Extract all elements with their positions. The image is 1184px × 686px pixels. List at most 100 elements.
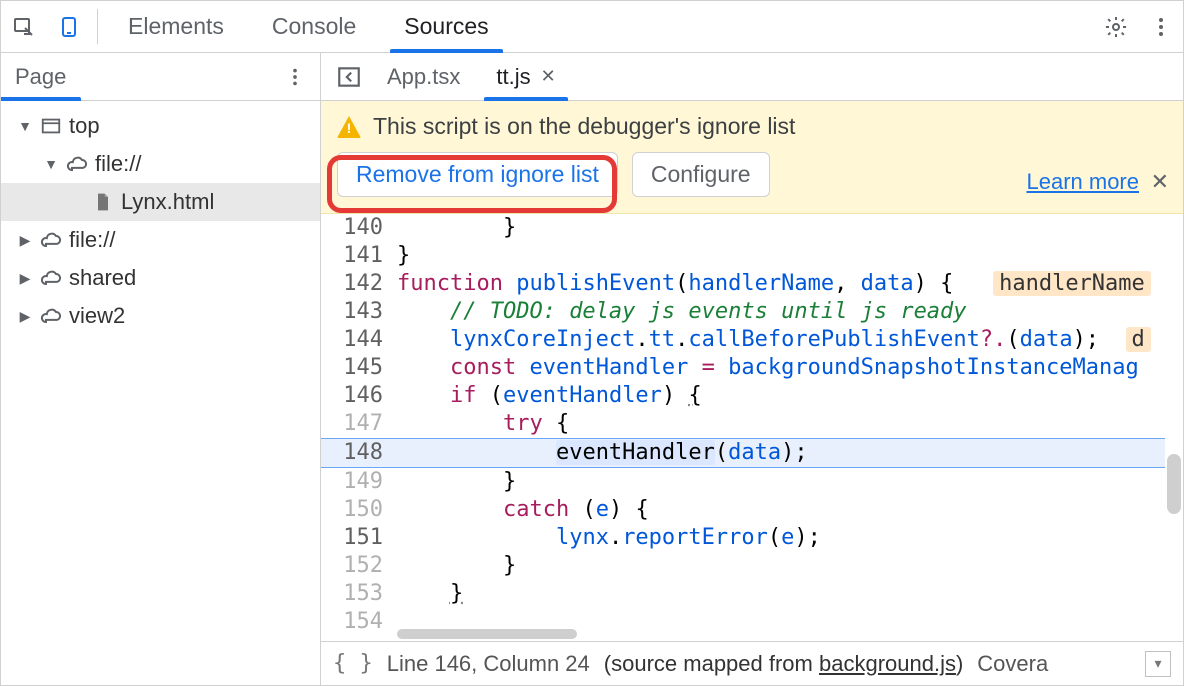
line-number[interactable]: 150	[321, 496, 393, 524]
source-map-info: (source mapped from background.js)	[604, 651, 964, 677]
code-line[interactable]: 145 const eventHandler = backgroundSnaps…	[321, 354, 1165, 382]
line-content: lynx.reportError(e);	[393, 524, 1165, 552]
line-number[interactable]: 146	[321, 382, 393, 410]
remove-from-ignore-list-button[interactable]: Remove from ignore list	[337, 152, 618, 197]
tree-item-label: Lynx.html	[121, 189, 214, 215]
code-line[interactable]: 150 catch (e) {	[321, 496, 1165, 524]
code-line[interactable]: 149 }	[321, 468, 1165, 496]
tree-item-label: file://	[69, 227, 115, 253]
file-tab-label: App.tsx	[387, 64, 460, 90]
code-editor[interactable]: 140 }141}142function publishEvent(handle…	[321, 214, 1183, 641]
line-number[interactable]: 144	[321, 326, 393, 354]
line-content: }	[393, 552, 1165, 580]
line-content: }	[393, 242, 1165, 270]
settings-gear-icon[interactable]	[1093, 1, 1138, 52]
tree-spacer	[69, 194, 85, 210]
warning-triangle-icon	[337, 116, 361, 138]
panel-tab-sources[interactable]: Sources	[380, 1, 512, 52]
learn-more-link[interactable]: Learn more	[1026, 169, 1139, 195]
code-line[interactable]: 151 lynx.reportError(e);	[321, 524, 1165, 552]
code-line[interactable]: 146 if (eventHandler) {	[321, 382, 1165, 410]
code-line[interactable]: 152 }	[321, 552, 1165, 580]
line-number[interactable]: 143	[321, 298, 393, 326]
line-content: try {	[393, 410, 1165, 438]
code-line[interactable]: 141}	[321, 242, 1165, 270]
line-number[interactable]: 149	[321, 468, 393, 496]
tree-item[interactable]: Lynx.html	[1, 183, 320, 221]
inspect-element-icon[interactable]	[1, 1, 46, 52]
tab-nav-back-icon[interactable]	[329, 64, 369, 90]
file-tab[interactable]: tt.js ✕	[478, 53, 573, 100]
code-line[interactable]: 148 eventHandler(data);	[321, 438, 1165, 468]
source-map-file-link[interactable]: background.js	[819, 651, 956, 676]
navigator-more-icon[interactable]	[284, 66, 306, 88]
line-content: }	[393, 580, 1165, 608]
tree-item[interactable]: ▼ top	[1, 107, 320, 145]
line-number[interactable]: 154	[321, 608, 393, 636]
cursor-position: Line 146, Column 24	[387, 651, 590, 677]
line-number[interactable]: 153	[321, 580, 393, 608]
tree-item[interactable]: ▶ file://	[1, 221, 320, 259]
tree-item[interactable]: ▼ file://	[1, 145, 320, 183]
navigator-title[interactable]: Page	[15, 64, 66, 90]
horizontal-scrollbar[interactable]	[397, 627, 1147, 641]
code-line[interactable]: 153 }	[321, 580, 1165, 608]
line-content: eventHandler(data);	[393, 439, 1165, 467]
toggle-device-icon[interactable]	[46, 1, 91, 52]
line-number[interactable]: 141	[321, 242, 393, 270]
file-tree: ▼top▼file://Lynx.html▶file://▶shared▶vie…	[1, 101, 320, 341]
chevron-right-icon[interactable]: ▶	[17, 232, 33, 248]
infobar-close-icon[interactable]: ✕	[1151, 169, 1169, 195]
navigator-header: Page	[1, 53, 320, 101]
chevron-right-icon[interactable]: ▶	[17, 308, 33, 324]
devtools-tabbar: ElementsConsoleSources	[1, 1, 1183, 53]
configure-button[interactable]: Configure	[632, 152, 770, 197]
vertical-scrollbar[interactable]	[1165, 214, 1183, 641]
line-number[interactable]: 147	[321, 410, 393, 438]
panel-tab-elements[interactable]: Elements	[104, 1, 248, 52]
code-line[interactable]: 140 }	[321, 214, 1165, 242]
tree-item-label: view2	[69, 303, 125, 329]
line-content: }	[393, 214, 1165, 242]
file-icon	[91, 190, 115, 214]
line-content: // TODO: delay js events until js ready	[393, 298, 1165, 326]
code-line[interactable]: 147 try {	[321, 410, 1165, 438]
line-number[interactable]: 152	[321, 552, 393, 580]
status-toggle-icon[interactable]: ▾	[1145, 651, 1171, 677]
status-bar: { } Line 146, Column 24 (source mapped f…	[321, 641, 1183, 685]
line-content: }	[393, 468, 1165, 496]
tree-item-label: file://	[95, 151, 141, 177]
chevron-down-icon[interactable]: ▼	[43, 156, 59, 172]
panel-tab-console[interactable]: Console	[248, 1, 380, 52]
tree-item-label: top	[69, 113, 100, 139]
line-content: catch (e) {	[393, 496, 1165, 524]
line-number[interactable]: 148	[321, 439, 393, 467]
divider	[97, 9, 98, 44]
file-tab[interactable]: App.tsx	[369, 53, 478, 100]
close-tab-icon[interactable]: ✕	[541, 66, 556, 87]
cloud-icon	[39, 304, 63, 328]
sources-navigator: Page ▼top▼file://Lynx.html▶file://▶share…	[1, 53, 321, 685]
tree-item[interactable]: ▶ view2	[1, 297, 320, 335]
window-icon	[39, 114, 63, 138]
chevron-down-icon[interactable]: ▼	[17, 118, 33, 134]
line-number[interactable]: 142	[321, 270, 393, 298]
tree-item[interactable]: ▶ shared	[1, 259, 320, 297]
line-content: function publishEvent(handlerName, data)…	[393, 270, 1165, 298]
tree-item-label: shared	[69, 265, 136, 291]
code-line[interactable]: 144 lynxCoreInject.tt.callBeforePublishE…	[321, 326, 1165, 354]
status-extra: Covera	[977, 651, 1048, 677]
file-tab-label: tt.js	[496, 64, 530, 90]
pretty-print-icon[interactable]: { }	[333, 651, 373, 676]
source-panel: App.tsxtt.js✕ This script is on the debu…	[321, 53, 1183, 685]
panel-tabs: ElementsConsoleSources	[104, 1, 513, 52]
line-number[interactable]: 151	[321, 524, 393, 552]
code-line[interactable]: 142function publishEvent(handlerName, da…	[321, 270, 1165, 298]
line-content: lynxCoreInject.tt.callBeforePublishEvent…	[393, 326, 1165, 354]
kebab-menu-icon[interactable]	[1138, 1, 1183, 52]
code-line[interactable]: 143 // TODO: delay js events until js re…	[321, 298, 1165, 326]
line-number[interactable]: 145	[321, 354, 393, 382]
chevron-right-icon[interactable]: ▶	[17, 270, 33, 286]
cloud-icon	[65, 152, 89, 176]
line-number[interactable]: 140	[321, 214, 393, 242]
